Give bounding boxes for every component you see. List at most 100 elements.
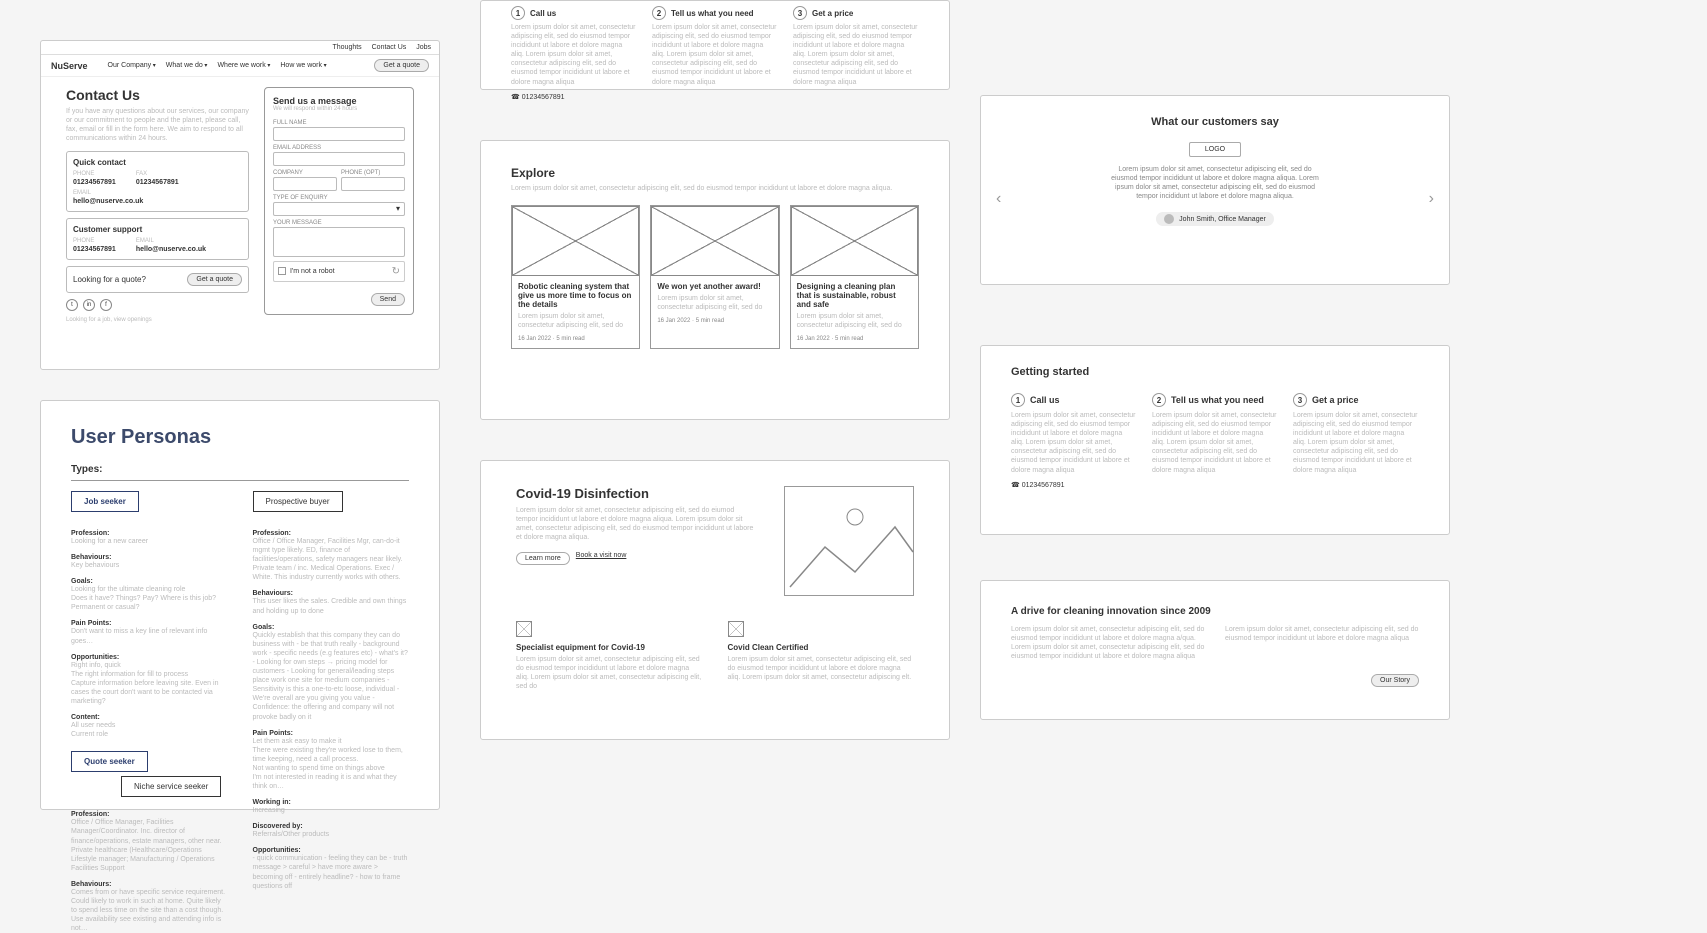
message-textarea[interactable] bbox=[273, 227, 405, 257]
step-3-badge: 3 bbox=[1293, 393, 1307, 407]
lbl-opp: Opportunities: bbox=[71, 654, 228, 661]
val-opp3: Capture information before leaving site.… bbox=[71, 679, 228, 706]
covid-title: Covid-19 Disinfection bbox=[516, 486, 754, 501]
covid-wireframe: Covid-19 Disinfection Lorem ipsum dolor … bbox=[480, 460, 950, 740]
user-personas-doc: User Personas Types: Job seeker Professi… bbox=[40, 400, 440, 810]
get-quote-button-2[interactable]: Get a quote bbox=[187, 273, 242, 286]
innovation-col-2: Lorem ipsum dolor sit amet, consectetur … bbox=[1225, 625, 1419, 661]
nav-where[interactable]: Where we work bbox=[217, 62, 270, 69]
card-body: Lorem ipsum dolor sit amet, consectetur … bbox=[518, 312, 633, 330]
step-3-title: Get a price bbox=[812, 9, 853, 18]
nav-company[interactable]: Our Company bbox=[108, 62, 156, 69]
article-card-1[interactable]: Robotic cleaning system that give us mor… bbox=[511, 205, 640, 349]
learn-more-button[interactable]: Learn more bbox=[516, 552, 570, 565]
nav-how[interactable]: How we work bbox=[280, 62, 326, 69]
message-label: YOUR MESSAGE bbox=[273, 220, 405, 226]
card-read: 5 min read bbox=[696, 318, 724, 324]
job-openings-link[interactable]: Looking for a job, view openings bbox=[66, 317, 249, 325]
val-pain-2: Let them ask easy to make it bbox=[253, 737, 410, 746]
type-prospective-buyer: Prospective buyer bbox=[253, 491, 343, 512]
support-email: hello@nuserve.co.uk bbox=[136, 246, 206, 253]
step-2-body: Lorem ipsum dolor sit amet, consectetur … bbox=[652, 23, 778, 87]
val-behaviours-b: Comes from or have specific service requ… bbox=[71, 888, 228, 933]
lbl-pain-2: Pain Points: bbox=[253, 730, 410, 737]
innovation-col-1: Lorem ipsum dolor sit amet, consectetur … bbox=[1011, 625, 1205, 661]
icon-placeholder bbox=[728, 621, 744, 637]
nav-what[interactable]: What we do bbox=[166, 62, 208, 69]
val-pain-2c: Not wanting to spend time on things abov… bbox=[253, 764, 410, 773]
page-title: Contact Us bbox=[66, 87, 249, 103]
card-read: 5 min read bbox=[835, 336, 863, 342]
linkedin-icon[interactable]: in bbox=[83, 299, 95, 311]
fax-value: 01234567891 bbox=[136, 179, 179, 186]
val-pain: Don't want to miss a key line of relevan… bbox=[71, 627, 228, 645]
logo[interactable]: NuServe bbox=[51, 61, 88, 71]
phone-label: PHONE bbox=[73, 171, 116, 179]
book-visit-link[interactable]: Book a visit now bbox=[576, 552, 627, 565]
lbl-behaviours-2: Behaviours: bbox=[253, 590, 410, 597]
innovation-title: A drive for cleaning innovation since 20… bbox=[1011, 606, 1419, 617]
card-date: 16 Jan 2022 bbox=[797, 336, 830, 342]
val-profession-b: Office / Office Manager, Facilities Mana… bbox=[71, 818, 228, 873]
step-2-badge: 2 bbox=[652, 6, 666, 20]
article-card-3[interactable]: Designing a cleaning plan that is sustai… bbox=[790, 205, 919, 349]
val-behaviours: Key behaviours bbox=[71, 561, 228, 570]
lbl-working: Working in: bbox=[253, 799, 410, 806]
lbl-goals: Goals: bbox=[71, 578, 228, 585]
name-input[interactable] bbox=[273, 127, 405, 141]
step-1-body: Lorem ipsum dolor sit amet, consectetur … bbox=[1011, 411, 1137, 475]
recaptcha-label: I'm not a robot bbox=[290, 268, 335, 275]
nav-contact[interactable]: Contact Us bbox=[372, 44, 407, 51]
contact-form: Send us a message We will respond within… bbox=[264, 87, 414, 315]
lbl-behaviours-b: Behaviours: bbox=[71, 881, 228, 888]
lbl-goals-2: Goals: bbox=[253, 624, 410, 631]
card-read: 5 min read bbox=[556, 336, 584, 342]
lbl-pain: Pain Points: bbox=[71, 620, 228, 627]
support-phone-label: PHONE bbox=[73, 238, 116, 246]
get-quote-button[interactable]: Get a quote bbox=[374, 59, 429, 72]
enquiry-select[interactable]: ▾ bbox=[273, 202, 405, 216]
enquiry-label: TYPE OF ENQUIRY bbox=[273, 195, 405, 201]
nav-jobs[interactable]: Jobs bbox=[416, 44, 431, 51]
testimonial-quote: Lorem ipsum dolor sit amet, consectetur … bbox=[1105, 165, 1325, 201]
lbl-discover: Discovered by: bbox=[253, 823, 410, 830]
support-email-label: EMAIL bbox=[136, 238, 206, 246]
utility-nav: Thoughts Contact Us Jobs bbox=[41, 41, 439, 55]
step-1-body: Lorem ipsum dolor sit amet, consectetur … bbox=[511, 23, 637, 87]
getting-started-wireframe: Getting started 1Call usLorem ipsum dolo… bbox=[980, 345, 1450, 535]
step-3-body: Lorem ipsum dolor sit amet, consectetur … bbox=[1293, 411, 1419, 475]
phone-icon: ☎ bbox=[1011, 482, 1020, 489]
lbl-content: Content: bbox=[71, 714, 228, 721]
innovation-wireframe: A drive for cleaning innovation since 20… bbox=[980, 580, 1450, 720]
testimonials-wireframe: What our customers say LOGO ‹ › Lorem ip… bbox=[980, 95, 1450, 285]
company-input[interactable] bbox=[273, 177, 337, 191]
nav-thoughts[interactable]: Thoughts bbox=[332, 44, 361, 51]
step-1-badge: 1 bbox=[511, 6, 525, 20]
our-story-button[interactable]: Our Story bbox=[1371, 674, 1419, 687]
type-quote-seeker: Quote seeker bbox=[71, 751, 148, 772]
val-content2: Current role bbox=[71, 730, 228, 739]
fax-label: FAX bbox=[136, 171, 179, 179]
prev-arrow-icon[interactable]: ‹ bbox=[996, 190, 1001, 208]
val-content: All user needs bbox=[71, 721, 228, 730]
phone-input[interactable] bbox=[341, 177, 405, 191]
val-goals: Looking for the ultimate cleaning role bbox=[71, 585, 228, 594]
twitter-icon[interactable]: t bbox=[66, 299, 78, 311]
illustration-placeholder bbox=[784, 486, 914, 596]
send-button[interactable]: Send bbox=[371, 293, 405, 306]
explore-sub: Lorem ipsum dolor sit amet, consectetur … bbox=[511, 184, 919, 193]
next-arrow-icon[interactable]: › bbox=[1429, 190, 1434, 208]
card-body: Lorem ipsum dolor sit amet, consectetur … bbox=[797, 312, 912, 330]
step-phone: 01234567891 bbox=[1022, 482, 1065, 489]
contact-us-wireframe: Thoughts Contact Us Jobs NuServe Our Com… bbox=[40, 40, 440, 370]
article-card-2[interactable]: We won yet another award!Lorem ipsum dol… bbox=[650, 205, 779, 349]
email-input[interactable] bbox=[273, 152, 405, 166]
image-placeholder bbox=[651, 206, 778, 276]
testimonial-author: John Smith, Office Manager bbox=[1156, 212, 1274, 226]
val-opp: Right info, quick bbox=[71, 661, 228, 670]
recaptcha-checkbox[interactable] bbox=[278, 267, 286, 275]
facebook-icon[interactable]: f bbox=[100, 299, 112, 311]
name-label: FULL NAME bbox=[273, 120, 405, 126]
lbl-behaviours: Behaviours: bbox=[71, 554, 228, 561]
card-body: Lorem ipsum dolor sit amet, consectetur … bbox=[657, 294, 772, 312]
